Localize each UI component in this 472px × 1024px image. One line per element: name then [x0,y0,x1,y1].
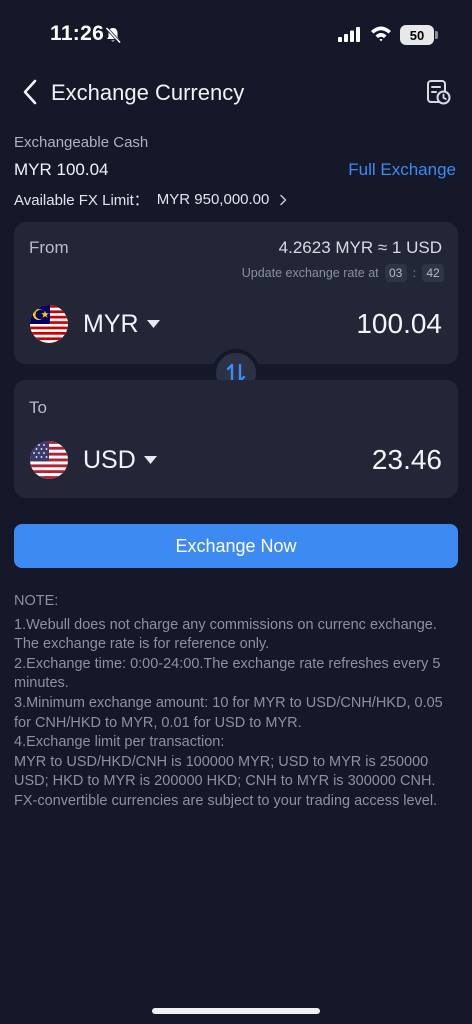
back-button[interactable] [16,78,44,106]
to-currency-selector[interactable]: USD [30,441,157,479]
from-card: From 4.2623 MYR ≈ 1 USD Update exchange … [14,222,458,364]
to-amount-value: 23.46 [371,444,442,475]
note-line: MYR to USD/HKD/CNH is 100000 MYR; USD to… [14,753,438,809]
status-bar: 11:26 50 [0,0,472,70]
to-label: To [29,398,47,417]
page-title: Exchange Currency [51,80,245,105]
history-icon [427,80,451,105]
rate-update-countdown: Update exchange rate at 03 : 42 [242,264,444,282]
malaysia-flag-icon [30,305,68,343]
fx-limit-label: Available FX Limit： [14,192,149,209]
fx-limit-value: MYR 950,000.00 [156,191,270,208]
note-line: 1.Webull does not charge any commissions… [14,616,437,653]
timer-separator: : [412,266,416,280]
signal-icon [338,27,360,47]
from-amount-input[interactable]: 100.04 [356,308,442,340]
from-currency-code: MYR [83,309,139,338]
exchange-now-button[interactable]: Exchange Now [14,524,458,568]
nav-bar: Exchange Currency [0,72,472,112]
wifi-icon [370,25,392,47]
battery-icon: 50 [400,25,434,45]
to-card: To USD 23.46 [14,380,458,498]
caret-down-icon [143,456,157,464]
timer-minutes: 03 [384,264,407,282]
chevron-right-icon [280,194,287,205]
exchangeable-cash-label: Exchangeable Cash [14,134,149,151]
notes-section: NOTE: 1.Webull does not charge any commi… [14,592,460,812]
note-line: 2.Exchange time: 0:00-24:00.The exchange… [14,655,441,692]
fx-limit-row[interactable]: Available FX Limit： MYR 950,000.00 [14,189,287,210]
note-line: 4.Exchange limit per transaction: [14,734,225,751]
to-currency-code: USD [83,445,136,474]
update-label: Update exchange rate at [241,266,379,280]
status-time: 11:26 [50,22,105,45]
full-exchange-link[interactable]: Full Exchange [348,160,456,180]
note-line: 3.Minimum exchange amount: 10 for MYR to… [14,694,443,731]
caret-down-icon [146,320,160,328]
battery-nub [435,31,438,39]
usa-flag-icon [30,441,68,479]
from-label: From [29,238,69,257]
exchange-rate: 4.2623 MYR ≈ 1 USD [278,238,442,257]
home-indicator[interactable] [152,1008,320,1014]
note-title: NOTE: [14,593,59,609]
timer-seconds: 42 [422,264,444,282]
exchangeable-cash-value: MYR 100.04 [14,160,109,179]
history-button[interactable] [424,78,454,108]
bell-off-icon [104,26,122,49]
chevron-left-icon [23,79,37,105]
from-currency-selector[interactable]: MYR [30,305,160,343]
